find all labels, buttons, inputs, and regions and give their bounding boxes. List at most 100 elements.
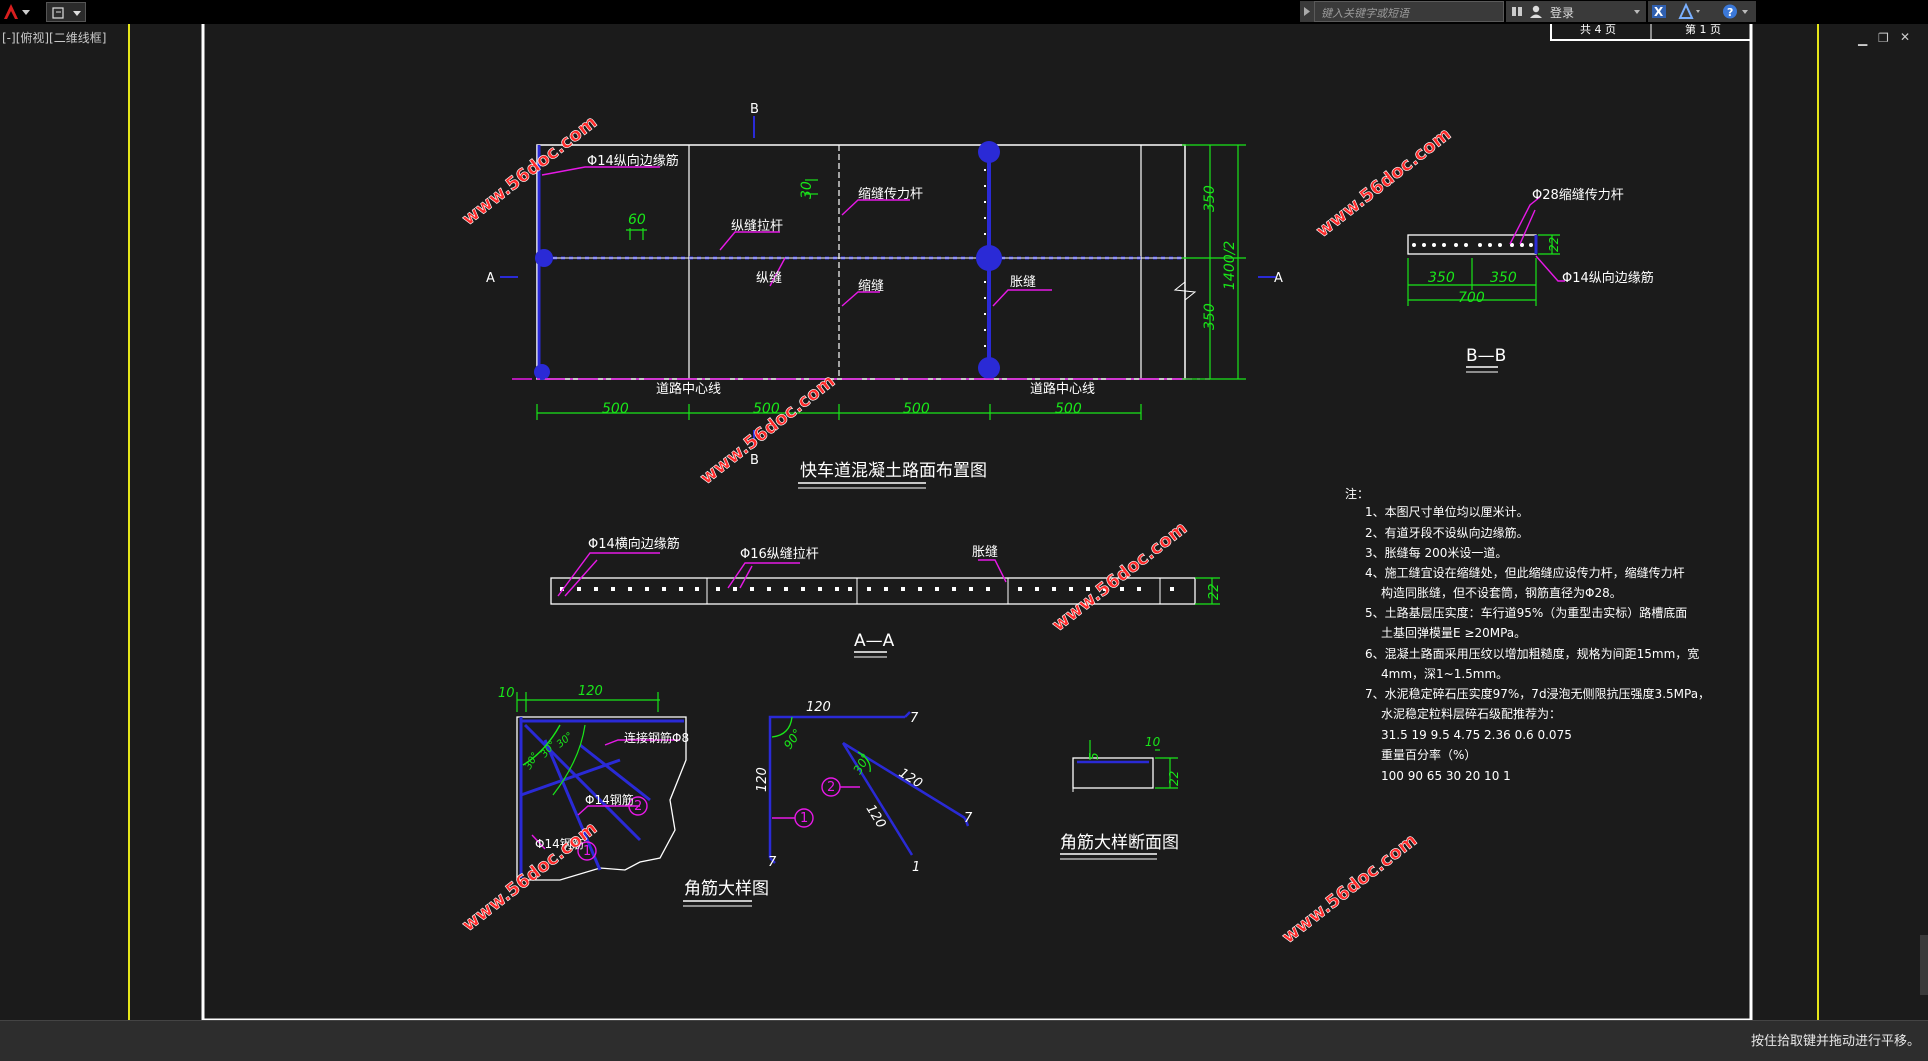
svg-text:?: ? xyxy=(1727,6,1733,19)
autocad-logo-icon xyxy=(4,4,30,19)
note-line: 水泥稳定粒料层碎石级配推荐为： xyxy=(1381,706,1561,721)
binoculars-icon xyxy=(1512,5,1640,18)
bs-dim-120-left: 120 xyxy=(755,767,770,792)
aa-title: A—A xyxy=(854,631,895,651)
bs-num-1: 1 xyxy=(800,811,808,826)
plan-label-long-joint: 纵缝 xyxy=(756,271,782,286)
drawing-canvas[interactable]: 共 4 页 第 1 页 B B A A Φ14纵向边缘筋 纵缝拉杆 缩缝传力杆 … xyxy=(0,24,1928,1020)
plan-label-expansion-joint: 胀缝 xyxy=(1010,275,1036,290)
document-edit-icon xyxy=(52,7,81,19)
sheet-header-block: 共 4 页 第 1 页 xyxy=(1550,24,1752,41)
bb-dim-350b: 350 xyxy=(1490,270,1517,286)
app-menu-button[interactable] xyxy=(0,0,36,24)
plan-label-long-edge-bar: Φ14纵向边缘筋 xyxy=(587,153,679,169)
watermarks: www.56doc.com www.56doc.com www.56doc.co… xyxy=(458,111,1456,948)
bar-shapes: 120 7 120 7 120 7 120 1 90° 30° 1 2 xyxy=(755,700,973,875)
watermark-text: www.56doc.com xyxy=(458,818,601,936)
aa-label-tie: Φ16纵缝拉杆 xyxy=(740,547,819,562)
cd-label-bar1: Φ14钢筋 xyxy=(585,792,634,807)
dim-500-3: 500 xyxy=(903,401,930,417)
vertical-scrollbar[interactable] xyxy=(1920,935,1928,995)
cd-num-2: 2 xyxy=(634,799,642,814)
status-bar: 按住拾取键并拖动进行平移。 xyxy=(0,1020,1928,1061)
plan-label-long-joint-tie: 纵缝拉杆 xyxy=(731,219,783,234)
cs-dim-5: 5 xyxy=(1087,752,1101,760)
header-sheet-no: 第 1 页 xyxy=(1685,24,1721,36)
bs-angle-90: 90° xyxy=(781,726,805,751)
sheet-border xyxy=(201,24,1753,1020)
login-area[interactable]: 登录 xyxy=(1506,1,1646,22)
toolbar-icons: X ? xyxy=(1648,1,1756,22)
plan-label-centerline-right: 道路中心线 xyxy=(1030,381,1095,397)
aa-dim-22: 22 xyxy=(1207,583,1222,600)
bs-dim-120-diag: 120 xyxy=(896,766,925,792)
dim-1400: 1400/2 xyxy=(1222,241,1238,290)
a360-icon[interactable] xyxy=(1678,2,1694,19)
dim-500-1: 500 xyxy=(602,401,629,417)
plan-outline xyxy=(536,144,1186,380)
note-line: 100 90 65 30 20 10 1 xyxy=(1381,769,1511,783)
section-a-right: A xyxy=(1274,271,1283,286)
aa-label-exp: 胀缝 xyxy=(972,545,998,560)
section-b-top: B xyxy=(750,102,759,117)
cs-dim-10: 10 xyxy=(1145,735,1161,749)
dim-60: 60 xyxy=(628,212,646,228)
svg-text:X: X xyxy=(1654,5,1664,19)
note-line: 4、施工缝宜设在缩缝处，但此缩缝应设传力杆，缩缝传力杆 xyxy=(1365,565,1685,580)
dim-350-top: 350 xyxy=(1202,185,1218,212)
cd-dim-10: 10 xyxy=(498,686,515,701)
note-line: 重量百分率（%） xyxy=(1381,747,1476,762)
bs-dim-7-top: 7 xyxy=(910,711,919,726)
section-a-left: A xyxy=(486,271,495,286)
dim-30: 30 xyxy=(799,181,815,199)
exchange-icon[interactable]: X xyxy=(1652,5,1666,19)
login-label[interactable]: 登录 xyxy=(1550,4,1574,21)
bs-dim-1-diag2: 1 xyxy=(912,860,920,875)
bs-angle-30: 30° xyxy=(850,751,873,776)
search-expand-arrow[interactable] xyxy=(1300,1,1314,22)
dim-500-4: 500 xyxy=(1055,401,1082,417)
bs-dim-120-top: 120 xyxy=(806,700,831,715)
bb-dim-22: 22 xyxy=(1547,237,1561,252)
search-input[interactable]: 键入关键字或短语 xyxy=(1314,1,1504,22)
corner-section: 5 10 22 角筋大样断面图 xyxy=(1060,735,1181,860)
pavement-plan: B B A A Φ14纵向边缘筋 纵缝拉杆 缩缝传力杆 纵缝 缩缝 胀缝 道路中… xyxy=(486,102,1283,489)
note-line: 7、水泥稳定碎石压实度97%，7d浸泡无侧限抗压强度3.5MPa， xyxy=(1365,686,1710,701)
note-line: 5、土路基层压实度：车行道95%（为重型击实标）路槽底面 xyxy=(1365,605,1687,620)
cd-angle-c: 30° xyxy=(555,730,576,750)
bb-label-edge: Φ14纵向边缘筋 xyxy=(1562,270,1654,286)
help-icon[interactable]: ? xyxy=(1723,4,1737,20)
section-aa: Φ14横向边缘筋 Φ16纵缝拉杆 胀缝 22 A—A xyxy=(550,536,1222,658)
cs-title: 角筋大样断面图 xyxy=(1060,833,1179,853)
watermark-text: www.56doc.com xyxy=(1048,518,1191,636)
bb-label-dowel: Φ28缩缝传力杆 xyxy=(1532,187,1624,203)
plan-label-contraction-joint: 缩缝 xyxy=(858,278,884,294)
dim-350-bot: 350 xyxy=(1202,303,1218,330)
note-line: 4mm，深1~1.5mm。 xyxy=(1381,667,1508,681)
cd-title: 角筋大样图 xyxy=(684,879,769,899)
notes: 注： 1、本图尺寸单位均以厘米计。 2、有道牙段不设纵向边缘筋。 3、胀缝每 2… xyxy=(1345,486,1710,783)
bs-num-2: 2 xyxy=(827,780,835,795)
bs-dim-7-bot: 7 xyxy=(768,855,777,870)
note-line: 1、本图尺寸单位均以厘米计。 xyxy=(1365,504,1529,519)
plan-label-contraction-dowel: 缩缝传力杆 xyxy=(858,186,923,202)
watermark-text: www.56doc.com xyxy=(458,112,601,230)
triangle-right-icon xyxy=(1304,7,1310,16)
note-line: 6、混凝土路面采用压纹以增加粗糙度，规格为间距15mm，宽 xyxy=(1365,646,1699,661)
bs-dim-7-diag: 7 xyxy=(964,811,973,826)
cs-dim-22: 22 xyxy=(1167,771,1181,786)
plan-label-centerline-left: 道路中心线 xyxy=(656,381,721,397)
note-line: 3、胀缝每 200米设一道。 xyxy=(1365,545,1507,560)
aa-label-edge: Φ14横向边缘筋 xyxy=(588,536,680,552)
note-line: 构造同胀缝，但不设套筒，钢筋直径为Φ28。 xyxy=(1381,585,1622,600)
bs-dim-120-diag2: 120 xyxy=(863,802,889,831)
quick-access-button[interactable] xyxy=(46,2,86,22)
bb-title: B—B xyxy=(1466,346,1506,366)
notes-heading: 注： xyxy=(1345,486,1369,501)
bb-dim-700: 700 xyxy=(1458,290,1485,306)
title-bar: 键入关键字或短语 登录 X ? xyxy=(0,0,1928,24)
watermark-text: www.56doc.com xyxy=(1278,830,1421,948)
plan-title: 快车道混凝土路面布置图 xyxy=(800,461,987,481)
cd-label-connect: 连接钢筋Φ8 xyxy=(624,730,689,745)
header-sheet-total: 共 4 页 xyxy=(1580,24,1616,36)
